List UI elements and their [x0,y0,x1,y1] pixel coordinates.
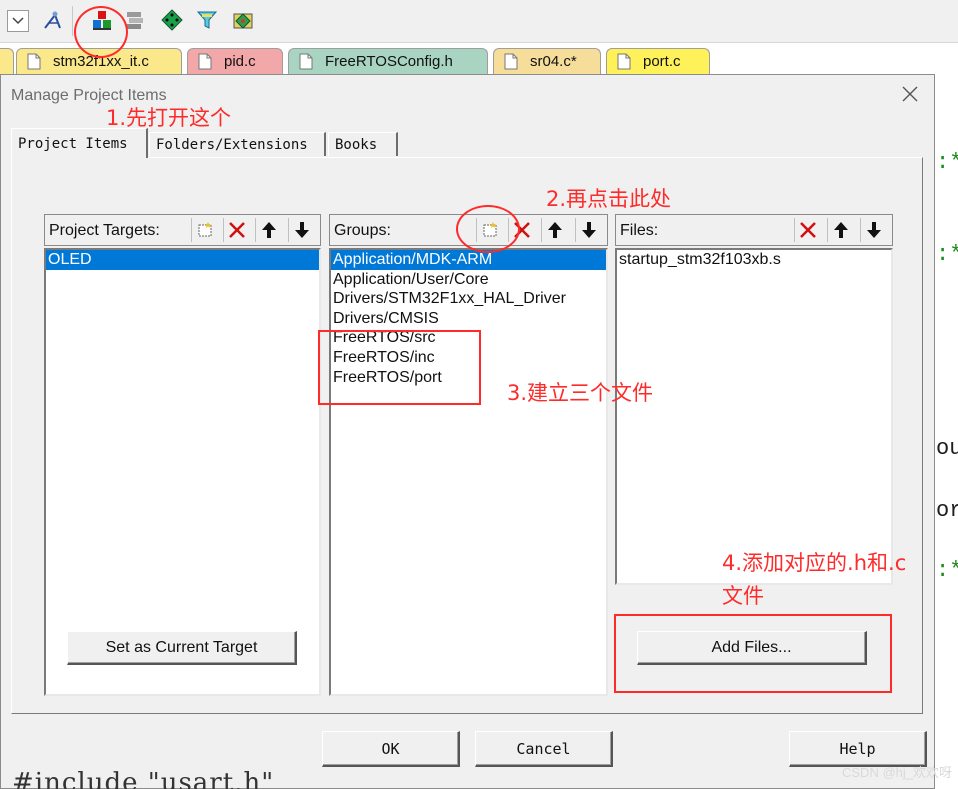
file-icon [504,53,518,70]
diamond-icon[interactable] [160,8,184,32]
annotation-step2: 2.再点击此处 [546,187,672,211]
code-fragment: :* [936,150,958,175]
code-fragment: or [936,498,958,523]
code-fragment: :* [936,242,958,267]
files-list[interactable]: startup_stm32f103xb.s [615,248,893,585]
wand-icon[interactable] [40,8,64,32]
move-down-icon[interactable] [860,218,886,242]
ok-button[interactable]: OK [322,731,460,767]
ide-toolbar [0,0,958,43]
editor-code-area [936,74,958,789]
watermark-text: CSDN @hj_欢欢呀 [842,765,952,780]
file-icon [27,53,41,70]
code-line: #include "usart.h" [12,768,275,789]
editor-tab-label: port.c [643,53,681,70]
tab-project-items[interactable]: Project Items [11,128,148,158]
annotation-circle [74,6,128,58]
annotation-step4: 4.添加对应的.h和.c [722,551,907,575]
editor-tab-sr04[interactable]: sr04.c* [493,48,601,74]
annotation-rect [318,330,481,405]
groups-label: Groups: [334,222,391,239]
project-targets-header: Project Targets: [44,214,321,246]
list-item[interactable]: OLED [46,250,319,270]
list-item[interactable]: Drivers/CMSIS [331,309,606,329]
tab-books[interactable]: Books [328,132,398,156]
editor-tab-label: sr04.c* [530,53,577,70]
move-down-icon[interactable] [288,218,314,242]
tab-folders-extensions[interactable]: Folders/Extensions [149,132,326,156]
annotation-step4-cont: 文件 [722,584,764,608]
file-icon [617,53,631,70]
annotation-circle [456,205,520,253]
set-as-current-target-button[interactable]: Set as Current Target [67,631,297,665]
editor-tab-label: pid.c [224,53,256,70]
groups-list[interactable]: Application/MDK-ARM Application/User/Cor… [329,248,608,696]
editor-tab-port[interactable]: port.c [606,48,710,74]
delete-icon[interactable] [223,218,249,242]
code-fragment: :* [936,558,958,583]
move-up-icon[interactable] [541,218,567,242]
annotation-step3: 3.建立三个文件 [507,381,654,405]
editor-tab-pid[interactable]: pid.c [187,48,283,74]
move-up-icon[interactable] [255,218,281,242]
close-icon[interactable] [899,83,921,105]
new-target-icon[interactable] [191,218,217,242]
delete-icon[interactable] [794,218,820,242]
project-targets-label: Project Targets: [49,222,160,239]
list-item[interactable]: Drivers/STM32F1xx_HAL_Driver [331,289,606,309]
dropdown-icon[interactable] [7,10,29,32]
files-header: Files: [615,214,893,246]
code-fragment: ou [936,436,958,461]
file-icon [299,53,313,70]
list-item[interactable]: startup_stm32f103xb.s [617,250,891,270]
files-label: Files: [620,222,659,239]
editor-tab-partial[interactable] [0,48,14,74]
toolbar-separator [72,6,73,36]
editor-tab-freertosconfig[interactable]: FreeRTOSConfig.h [288,48,488,74]
move-down-icon[interactable] [575,218,601,242]
funnel-icon[interactable] [195,8,219,32]
project-targets-list[interactable]: OLED [44,248,321,696]
annotation-rect [614,614,892,693]
list-item[interactable]: Application/User/Core [331,270,606,290]
move-up-icon[interactable] [827,218,853,242]
list-item[interactable]: Application/MDK-ARM [331,250,606,270]
editor-tab-label: FreeRTOSConfig.h [325,53,453,70]
editor-tab-bar: stm32f1xx_it.c pid.c FreeRTOSConfig.h sr… [0,44,958,74]
file-icon [198,53,212,70]
cancel-button[interactable]: Cancel [475,731,613,767]
pack-icon[interactable] [231,8,255,32]
